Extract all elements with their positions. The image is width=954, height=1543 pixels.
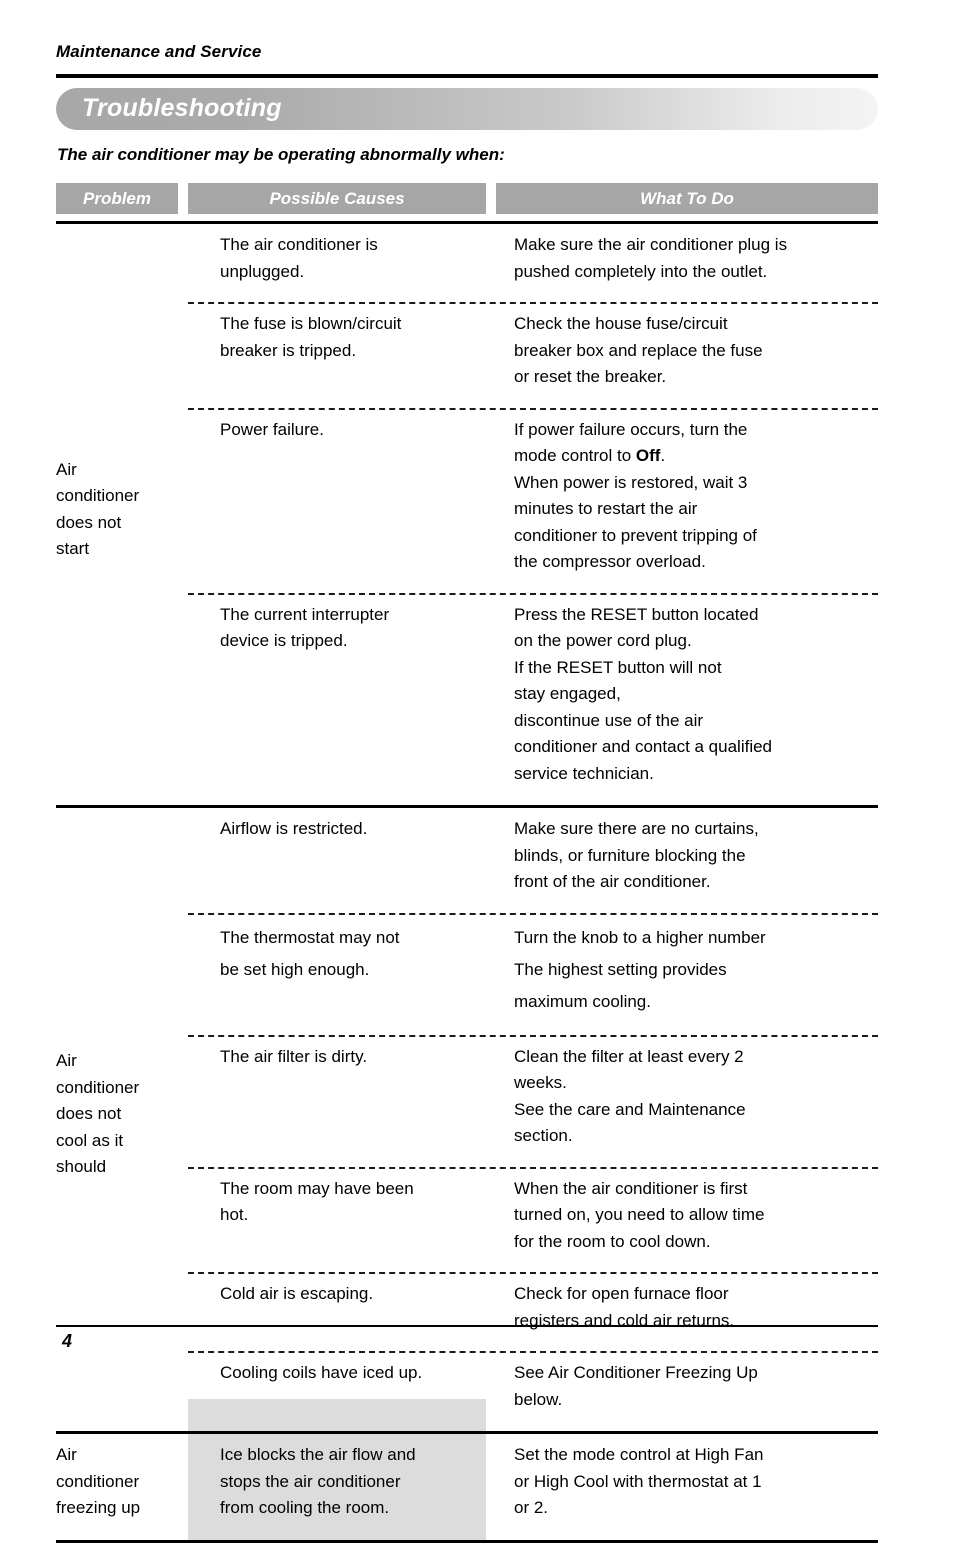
cell-possible-cause: The room may have been hot. xyxy=(220,1178,414,1225)
cell-what-to-do: Clean the filter at least every 2 weeks. S… xyxy=(514,1046,746,1146)
cell-problem: Air conditioner freezing up xyxy=(56,1445,141,1517)
group-divider-rule xyxy=(56,805,878,808)
table-header-row: Problem Possible Causes What To Do xyxy=(56,183,878,214)
cell-problem: Air conditioner does not start xyxy=(56,459,140,559)
section-title: Troubleshooting xyxy=(82,94,282,122)
row-dashed-separator xyxy=(188,302,878,304)
cell-possible-cause: The air filter is dirty. xyxy=(220,1046,368,1066)
header-divider xyxy=(56,74,878,78)
page-number: 4 xyxy=(62,1331,73,1351)
group-divider-rule xyxy=(56,1539,878,1543)
possible-causes-column-background xyxy=(188,808,486,1431)
row-dashed-separator xyxy=(188,407,878,410)
table-subtitle: The air conditioner may be operating abn… xyxy=(57,145,505,164)
cell-possible-cause: The current interrupter device is tripped… xyxy=(220,604,390,651)
document-page: Maintenance and Service Troubleshooting … xyxy=(0,0,954,1543)
cell-possible-cause: The thermostat may not be set high enough… xyxy=(220,927,400,979)
cell-what-to-do: Make sure there are no curtains, blinds, … xyxy=(514,819,759,891)
cell-what-to-do: Turn the knob to a higher number The high… xyxy=(514,927,766,1011)
row-dashed-separator xyxy=(188,592,878,595)
troubleshooting-table-body: The air conditioner is unplugged. Make sur… xyxy=(56,221,878,1543)
cell-what-to-do: Press the RESET button located on the pow… xyxy=(514,604,773,783)
cell-what-to-do: When the air conditioner is first turned … xyxy=(514,1178,765,1251)
row-dashed-separator xyxy=(188,1034,878,1037)
cell-possible-cause: Power failure. xyxy=(220,419,324,439)
cell-possible-cause: The fuse is blown/circuit breaker is trip… xyxy=(220,314,402,360)
cell-what-to-do: See Air Conditioner Freezing Up below. xyxy=(514,1363,758,1409)
row-dashed-separator xyxy=(188,1166,878,1169)
cell-what-to-do: Make sure the air conditioner plug is pus… xyxy=(514,235,788,281)
column-header-possible-causes: Possible Causes xyxy=(188,183,486,214)
cell-what-to-do: If power failure occurs, turn the mode co… xyxy=(514,419,757,572)
cell-possible-cause: The air conditioner is unplugged. xyxy=(220,235,378,281)
cell-what-to-do: Check the house fuse/circuit breaker box … xyxy=(514,314,763,386)
column-header-what-to-do: What To Do xyxy=(496,183,878,214)
emphasis-off: Off xyxy=(635,446,661,465)
cell-what-to-do: Set the mode control at High Fan or High … xyxy=(514,1445,764,1517)
row-dashed-separator xyxy=(188,1272,878,1274)
row-dashed-separator xyxy=(188,912,878,915)
column-header-problem: Problem xyxy=(56,183,178,214)
row-dashed-separator xyxy=(188,1351,878,1353)
cell-possible-cause: Cold air is escaping. xyxy=(220,1284,374,1303)
cell-possible-cause: Airflow is restricted. xyxy=(220,819,368,838)
cell-possible-cause: Ice blocks the air flow and stops the air… xyxy=(220,1445,416,1517)
cell-possible-cause: Cooling coils have iced up. xyxy=(220,1363,423,1382)
section-banner: Troubleshooting xyxy=(56,88,878,130)
footer-divider xyxy=(56,1325,878,1327)
cell-problem: Air conditioner does not cool as it should xyxy=(56,1051,140,1177)
group-divider-rule xyxy=(56,1431,878,1434)
table-top-rule xyxy=(56,221,878,224)
running-head: Maintenance and Service xyxy=(56,42,262,61)
